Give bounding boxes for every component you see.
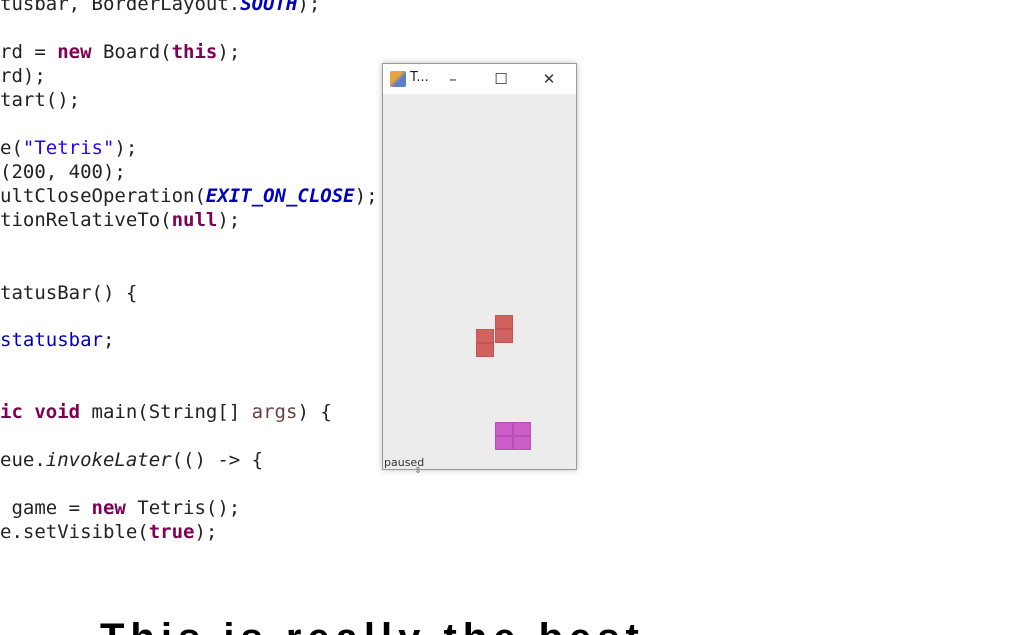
- close-button[interactable]: ✕: [526, 64, 572, 94]
- code-line: rd);: [0, 65, 46, 87]
- code-line: tatusBar() {: [0, 282, 138, 304]
- mouse-cursor-icon: ⇕: [414, 466, 422, 476]
- code-line: game = new Tetris();: [0, 497, 241, 519]
- window-titlebar[interactable]: T... – ☐ ✕: [383, 64, 576, 94]
- falling-piece-block: [495, 315, 513, 329]
- caption-text: This is really the best: [100, 618, 930, 635]
- minimize-icon: –: [449, 70, 457, 88]
- landed-block: [495, 422, 513, 436]
- code-line: tart();: [0, 89, 81, 111]
- minimize-button[interactable]: –: [430, 64, 476, 94]
- maximize-button[interactable]: ☐: [478, 64, 524, 94]
- code-line: tionRelativeTo(null);: [0, 209, 241, 231]
- code-line: ultCloseOperation(EXIT_ON_CLOSE);: [0, 185, 378, 207]
- falling-piece-block: [476, 329, 494, 343]
- falling-piece-block: [495, 329, 513, 343]
- landed-block: [513, 436, 531, 450]
- landed-block: [513, 422, 531, 436]
- maximize-icon: ☐: [494, 70, 508, 88]
- code-line: eue.invokeLater(() -> {: [0, 449, 264, 471]
- code-line: ic void main(String[] args) {: [0, 401, 332, 423]
- code-line: statusbar;: [0, 329, 115, 351]
- falling-piece-block: [476, 343, 494, 357]
- code-line: e("Tetris");: [0, 137, 138, 159]
- code-line: (200, 400);: [0, 161, 126, 183]
- landed-block: [495, 436, 513, 450]
- close-icon: ✕: [542, 70, 556, 88]
- java-app-icon: [390, 71, 406, 87]
- window-title: T...: [410, 70, 429, 85]
- code-line: e.setVisible(true);: [0, 521, 218, 543]
- game-board[interactable]: [383, 94, 576, 454]
- tetris-window[interactable]: T... – ☐ ✕ paused: [382, 63, 577, 470]
- code-line: tusbar, BorderLayout.SOUTH);: [0, 0, 321, 15]
- code-line: rd = new Board(this);: [0, 41, 241, 63]
